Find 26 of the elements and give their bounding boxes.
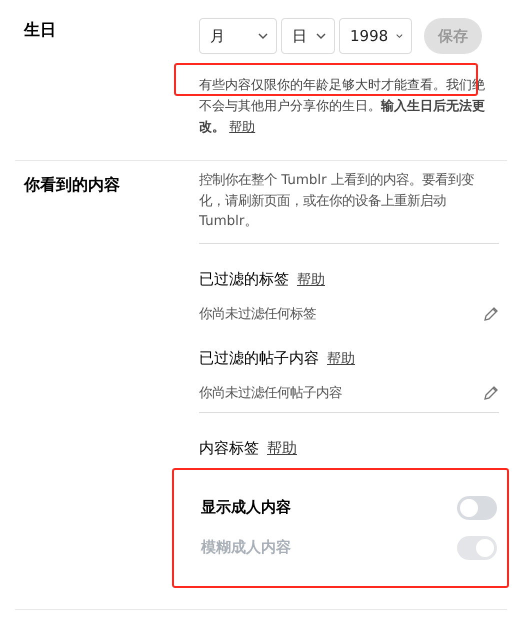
toggle-label: 模糊成人内容 — [201, 538, 291, 557]
dropdown-select[interactable]: 日 — [281, 18, 335, 54]
filter-value: 你尚未过滤任何标签 — [199, 306, 316, 322]
filter-value: 你尚未过滤任何帖子内容 — [199, 384, 342, 402]
help-link[interactable]: 帮助 — [229, 120, 256, 135]
select-value: 日 — [292, 26, 307, 46]
chevron-down-icon — [396, 33, 403, 39]
chevron-down-icon — [258, 33, 268, 39]
content-labels-title: 内容标签 — [199, 438, 259, 458]
help-link[interactable]: 帮助 — [267, 438, 297, 458]
dropdown-select[interactable]: 1998 — [339, 18, 412, 54]
dropdown-select[interactable]: 月 — [199, 18, 277, 54]
help-link[interactable]: 帮助 — [297, 270, 325, 288]
section-title: 你看到的内容 — [24, 175, 121, 196]
toggle-switch[interactable] — [457, 496, 497, 520]
help-link[interactable]: 帮助 — [327, 350, 355, 368]
chevron-down-icon — [316, 33, 326, 39]
filter-title: 已过滤的帖子内容 — [199, 348, 319, 368]
section-title: 生日 — [24, 20, 57, 41]
section-description: 控制你在整个 Tumblr 上看到的内容。要看到变化，请刷新页面，或在你的设备上重新启动 Tumblr。 — [199, 172, 475, 231]
toggle-label: 显示成人内容 — [201, 498, 291, 517]
pencil-icon[interactable] — [483, 306, 499, 322]
select-value: 1998 — [350, 27, 388, 45]
pencil-icon[interactable] — [483, 384, 499, 400]
filter-title: 已过滤的标签 — [199, 270, 289, 288]
select-value: 月 — [210, 26, 225, 46]
